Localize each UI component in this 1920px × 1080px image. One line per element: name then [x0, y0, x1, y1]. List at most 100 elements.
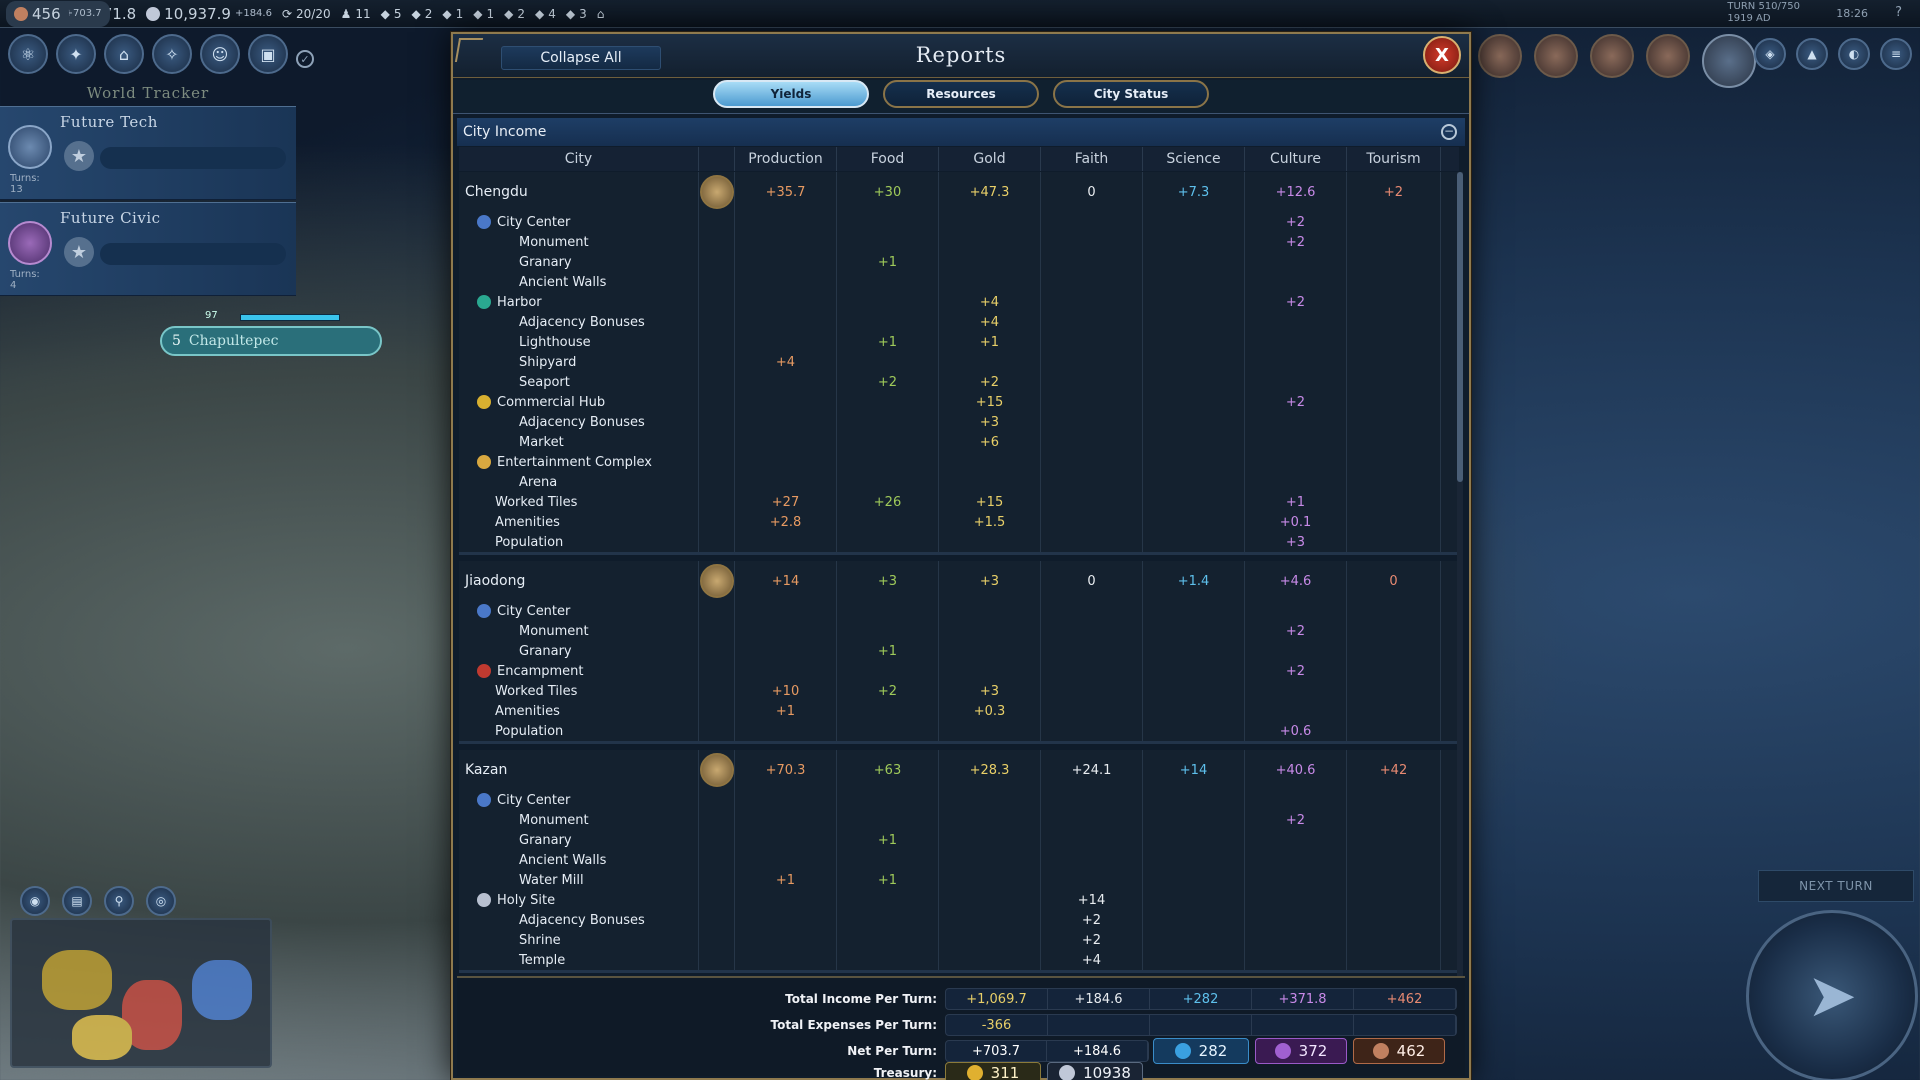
yield-row: Monument +2: [459, 621, 1459, 641]
yield-culture: +3: [1245, 532, 1347, 552]
icon-cell: [699, 890, 735, 910]
tab-city-status[interactable]: City Status: [1053, 80, 1209, 108]
city-row[interactable]: Jiaodong +14 +3 +3 0 +1.4 +4.6 0: [459, 561, 1459, 601]
tab-yields[interactable]: Yields: [713, 80, 869, 108]
close-button[interactable]: X: [1423, 36, 1461, 74]
lock-button[interactable]: ⌂: [597, 7, 605, 21]
yield-gold: [939, 850, 1041, 870]
yield-source-label: Temple: [459, 950, 699, 970]
minimap[interactable]: [10, 918, 272, 1068]
col-header-food[interactable]: Food: [837, 147, 939, 171]
player-leader-portrait[interactable]: [1702, 34, 1756, 88]
great-works-button[interactable]: ▣: [248, 34, 288, 74]
net-faith: +184.6: [1047, 1041, 1148, 1061]
yield-tourism: [1347, 512, 1441, 532]
civics-tree-button[interactable]: ✦: [56, 34, 96, 74]
scrollbar[interactable]: [1457, 172, 1463, 976]
city-banner-chapultepec[interactable]: 5 Chapultepec: [160, 326, 382, 356]
religion-button[interactable]: ✧: [152, 34, 192, 74]
city-row[interactable]: Chengdu +35.7 +30 +47.3 0 +7.3 +12.6 +2: [459, 172, 1459, 212]
col-header-science[interactable]: Science: [1143, 147, 1245, 171]
leader-portrait[interactable]: [1590, 34, 1634, 78]
help-button[interactable]: ?: [1895, 5, 1902, 20]
check-icon[interactable]: ✓: [296, 50, 314, 68]
strategic-view-button[interactable]: ◎: [146, 886, 176, 916]
ranking-button[interactable]: ◈: [1754, 38, 1786, 70]
strategic-resource-3[interactable]: ◆ 1: [442, 7, 463, 21]
leader-portrait[interactable]: [1478, 34, 1522, 78]
lens-button[interactable]: ◉: [20, 886, 50, 916]
yield-science: [1143, 292, 1245, 312]
yield-gold: +1: [939, 332, 1041, 352]
col-header-gold[interactable]: Gold: [939, 147, 1041, 171]
expenses-empty: [1150, 1015, 1252, 1035]
trade-routes[interactable]: ⟳ 20/20: [282, 7, 331, 21]
city-row[interactable]: Kazan +70.3 +63 +28.3 +24.1 +14 +40.6 +42: [459, 750, 1459, 790]
col-header-culture[interactable]: Culture: [1245, 147, 1347, 171]
strategic-resource-7[interactable]: ◆ 3: [566, 7, 587, 21]
yield-tourism: [1347, 252, 1441, 272]
atom-icon: ⚛: [20, 44, 36, 64]
total-expenses-label: Total Expenses Per Turn:: [770, 1018, 937, 1032]
scrollbar-thumb[interactable]: [1457, 172, 1463, 482]
resource-6-icon: ◆: [535, 6, 545, 21]
yield-source-text: Ancient Walls: [519, 274, 607, 290]
yield-science: [1143, 512, 1245, 532]
city-emblem-cell: [699, 750, 735, 790]
col-header-production[interactable]: Production: [735, 147, 837, 171]
yield-food: [837, 392, 939, 412]
yield-science: [1143, 601, 1245, 621]
leader-portrait[interactable]: [1646, 34, 1690, 78]
strategic-resource-2[interactable]: ◆ 2: [412, 7, 433, 21]
strategic-resource-1[interactable]: ◆ 5: [381, 7, 402, 21]
climate-button[interactable]: ◐: [1838, 38, 1870, 70]
yield-culture: [1245, 352, 1347, 372]
strategic-resource-6[interactable]: ◆ 4: [535, 7, 556, 21]
science-tree-button[interactable]: ⚛: [8, 34, 48, 74]
tourism-resource[interactable]: 456: [6, 0, 69, 27]
government-button[interactable]: ⌂: [104, 34, 144, 74]
yield-science: [1143, 272, 1245, 292]
faith-resource[interactable]: 10,937.9 +184.6: [146, 5, 272, 23]
col-header-faith[interactable]: Faith: [1041, 147, 1143, 171]
world-congress-button[interactable]: ▲: [1796, 38, 1828, 70]
research-tracker[interactable]: Future Tech ★ Turns: 13: [0, 106, 296, 200]
great-people-button[interactable]: ☺: [200, 34, 240, 74]
yield-tourism: [1347, 930, 1441, 950]
city-center-icon: [477, 604, 491, 618]
map-options-button[interactable]: ▤: [62, 886, 92, 916]
civic-tracker[interactable]: Future Civic ★ Turns: 4: [0, 202, 296, 296]
yield-food: [837, 212, 939, 232]
leader-portrait[interactable]: [1534, 34, 1578, 78]
yield-gold: +3: [939, 412, 1041, 432]
yield-source-label: Granary: [459, 252, 699, 272]
yield-row: Ancient Walls: [459, 272, 1459, 292]
yield-culture: +2: [1245, 292, 1347, 312]
world-tracker-title[interactable]: World Tracker: [0, 80, 296, 106]
next-turn-button[interactable]: ➤: [1746, 910, 1918, 1080]
yield-production: +1: [735, 701, 837, 721]
map-pin-button[interactable]: ⚲: [104, 886, 134, 916]
yield-tourism: [1347, 432, 1441, 452]
income-culture: +371.8: [1252, 989, 1354, 1009]
city-income-header[interactable]: City Income −: [457, 118, 1465, 146]
ranking-icon: ◈: [1765, 47, 1775, 61]
col-header-city[interactable]: City: [459, 147, 699, 171]
tab-resources[interactable]: Resources: [883, 80, 1039, 108]
strategic-resource-5[interactable]: ◆ 2: [504, 7, 525, 21]
col-header-tourism[interactable]: Tourism: [1347, 147, 1441, 171]
city-emblem-icon: [699, 175, 734, 209]
yield-faith: +4: [1041, 950, 1143, 970]
yield-production: [735, 621, 837, 641]
yield-tourism: [1347, 232, 1441, 252]
yield-food: [837, 412, 939, 432]
yield-source-label: Granary: [459, 830, 699, 850]
menu-button[interactable]: ≡: [1880, 38, 1912, 70]
strategic-resource-4[interactable]: ◆ 1: [473, 7, 494, 21]
next-turn-label: NEXT TURN: [1758, 870, 1914, 902]
city-income-list[interactable]: Chengdu +35.7 +30 +47.3 0 +7.3 +12.6 +2 City Cen…: [459, 172, 1459, 976]
city-emblem-icon: [699, 564, 734, 598]
collapse-minus-icon[interactable]: −: [1441, 124, 1457, 140]
yield-culture: [1245, 432, 1347, 452]
stat-11[interactable]: ♟ 11: [341, 7, 371, 21]
